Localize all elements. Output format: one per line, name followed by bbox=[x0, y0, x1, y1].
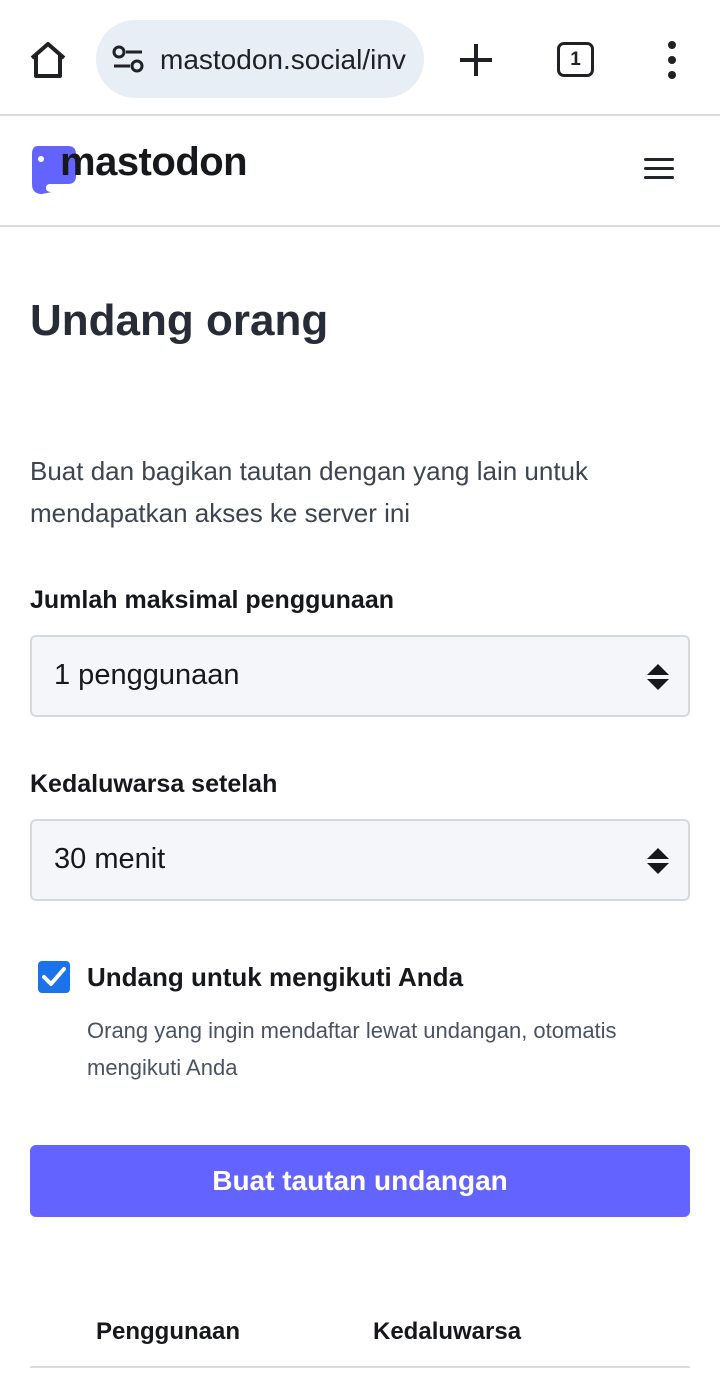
browser-toolbar: mastodon.social/inv 1 bbox=[0, 0, 720, 116]
tune-icon[interactable] bbox=[112, 45, 144, 73]
intro-text: Buat dan bagikan tautan dengan yang lain… bbox=[30, 456, 589, 528]
autofollow-hint: Orang yang ingin mendaftar lewat undanga… bbox=[87, 1018, 617, 1080]
max-uses-value: 1 penggunaan bbox=[54, 659, 240, 691]
logo-wordmark: mastodon bbox=[60, 140, 248, 184]
address-bar[interactable]: mastodon.social/inv bbox=[96, 20, 424, 98]
sort-arrows-icon bbox=[647, 664, 669, 690]
plus-icon[interactable] bbox=[456, 38, 496, 82]
max-uses-label: Jumlah maksimal penggunaan bbox=[30, 586, 394, 614]
sort-arrows-icon bbox=[647, 848, 669, 874]
expires-select[interactable]: 30 menit bbox=[30, 819, 690, 901]
check-icon bbox=[42, 967, 66, 986]
autofollow-label[interactable]: Undang untuk mengikuti Anda bbox=[87, 962, 463, 993]
column-header-expires: Kedaluwarsa bbox=[373, 1318, 522, 1345]
more-vert-icon[interactable] bbox=[664, 40, 680, 80]
expires-label: Kedaluwarsa setelah bbox=[30, 770, 278, 798]
autofollow-checkbox[interactable] bbox=[38, 961, 70, 993]
column-header-uses: Penggunaan bbox=[96, 1318, 241, 1345]
expires-value: 30 menit bbox=[54, 843, 166, 875]
site-header: mastodon bbox=[0, 118, 720, 227]
invites-table-header: Penggunaan Kedaluwarsa bbox=[30, 1310, 690, 1368]
hamburger-icon[interactable] bbox=[644, 158, 674, 180]
url-text[interactable]: mastodon.social/inv bbox=[160, 44, 406, 76]
home-icon[interactable] bbox=[26, 38, 70, 82]
create-invite-button[interactable]: Buat tautan undangan bbox=[30, 1145, 690, 1217]
mastodon-logo[interactable]: mastodon bbox=[30, 140, 250, 194]
page-title: Undang orang bbox=[30, 296, 329, 345]
max-uses-select[interactable]: 1 penggunaan bbox=[30, 635, 690, 717]
tab-switcher-button[interactable]: 1 bbox=[557, 42, 594, 77]
